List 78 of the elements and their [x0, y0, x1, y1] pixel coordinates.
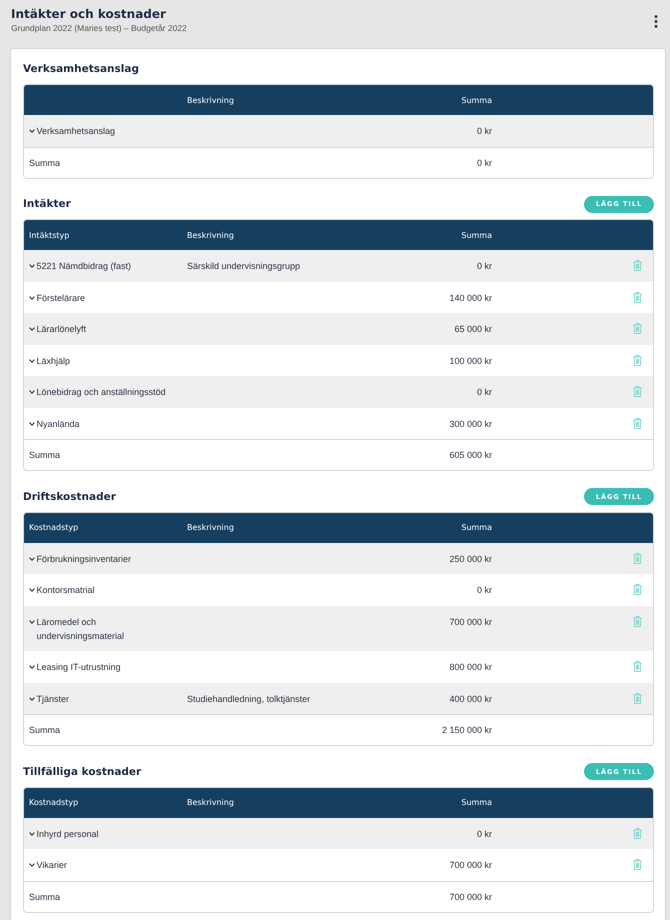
table-cell: 100 000 kr: [449, 356, 492, 366]
table-row[interactable]: Tjänster Studiehandledning, tolktjänster 400 000 kr: [24, 682, 653, 714]
table-cell: 800 000 kr: [449, 662, 492, 672]
total-amount: 0 kr: [476, 158, 492, 168]
table-cell: 250 000 kr: [449, 554, 492, 564]
table-cell: Studiehandledning, tolktjänster: [187, 694, 310, 704]
table-row[interactable]: Verksamhetsanslag 0 kr: [24, 115, 653, 146]
table-cell-text: Lönebidrag och anställningsstöd: [36, 386, 166, 399]
column-header: Beskrivning: [187, 96, 234, 104]
chevron-down-icon[interactable]: [29, 390, 35, 394]
table-row[interactable]: 5221 Nämdbidrag (fast) Särskild undervisningsgrupp 0 kr: [24, 250, 653, 282]
chevron-down-icon[interactable]: [29, 620, 35, 624]
column-header: Beskrivning: [187, 523, 234, 532]
table-row[interactable]: Lönebidrag och anställningsstöd 0 kr: [24, 376, 653, 408]
table-row[interactable]: Lärarlönelyft 65 000 kr: [24, 313, 653, 344]
table-cell-text: Verksamhetsanslag: [36, 125, 116, 138]
section-title: Driftskostnader: [23, 490, 116, 502]
table-cell: 700 000 kr: [449, 860, 492, 870]
section-title: Verksamhetsanslag: [23, 63, 139, 75]
table-cell: 0 kr: [476, 585, 492, 595]
chevron-down-icon[interactable]: [29, 665, 35, 669]
chevron-down-icon[interactable]: [29, 358, 35, 362]
table-cell-text: 5221 Nämdbidrag (fast): [36, 260, 132, 273]
table-cell-text: Lärarlönelyft: [36, 323, 86, 336]
column-header: Beskrivning: [187, 230, 234, 240]
chevron-down-icon[interactable]: [29, 832, 35, 836]
column-header: Kostnadstyp: [29, 523, 78, 532]
chevron-down-icon[interactable]: [29, 588, 35, 592]
total-label: Summa: [29, 158, 60, 168]
total-amount: 605 000 kr: [449, 450, 492, 460]
column-header: Intäktstyp: [29, 230, 70, 240]
table-cell: 300 000 kr: [449, 418, 492, 428]
table-cell: 0 kr: [476, 387, 492, 397]
table-cell-text: Kontorsmatrial: [36, 584, 95, 597]
section-title: Tillfälliga kostnader: [23, 766, 142, 778]
more-options-icon[interactable]: [654, 15, 658, 28]
table-cell: 0 kr: [476, 828, 492, 838]
total-label: Summa: [29, 725, 60, 735]
table-cell: 140 000 kr: [449, 292, 492, 302]
table-cell-text: Läromedel och undervisningsmaterial: [36, 616, 126, 642]
table-cell-text: Tjänster: [36, 692, 70, 706]
total-amount: 700 000 kr: [449, 892, 492, 902]
table-cell: Särskild undervisningsgrupp: [187, 261, 300, 271]
table-cell: 0 kr: [476, 126, 492, 136]
table-cell: 65 000 kr: [454, 324, 492, 334]
table-cell-text: Nyanlända: [36, 418, 80, 430]
column-header: Summa: [461, 230, 492, 240]
chevron-down-icon[interactable]: [29, 296, 35, 300]
table-row[interactable]: Läromedel och undervisningsmaterial 700 000 kr: [24, 606, 653, 651]
chevron-down-icon[interactable]: [29, 556, 35, 560]
chevron-down-icon[interactable]: [29, 264, 35, 268]
section-title: Intäkter: [23, 198, 71, 210]
page-subtitle: Grundplan 2022 (Maries test) – Budgetår 2022: [11, 22, 187, 34]
table-row[interactable]: Inhyrd personal 0 kr: [24, 818, 653, 849]
table-cell-text: Inhyrd personal: [36, 828, 99, 840]
table-cell-text: Förstelärare: [36, 292, 86, 304]
chevron-down-icon[interactable]: [29, 422, 35, 426]
column-header: Beskrivning: [187, 798, 234, 807]
chevron-down-icon[interactable]: [29, 327, 35, 331]
column-header: Summa: [461, 96, 492, 104]
page-title: Intäkter och kostnader: [11, 6, 167, 22]
table-cell-text: Leasing IT-utrustning: [36, 661, 121, 674]
chevron-down-icon[interactable]: [29, 129, 35, 133]
chevron-down-icon[interactable]: [29, 696, 35, 700]
table-row[interactable]: Förbrukningsinventarier 250 000 kr: [24, 542, 653, 574]
total-label: Summa: [29, 892, 60, 902]
table-cell: 0 kr: [476, 261, 492, 271]
column-header: Summa: [461, 798, 492, 807]
column-header: Summa: [461, 523, 492, 532]
table-cell-text: Vikarier: [36, 859, 67, 872]
table-cell: 400 000 kr: [449, 694, 492, 704]
total-amount: 2 150 000 kr: [442, 725, 492, 735]
table-cell-text: Läxhjälp: [36, 354, 70, 368]
column-header: Kostnadstyp: [29, 798, 78, 807]
total-label: Summa: [29, 450, 60, 460]
table-cell: 700 000 kr: [449, 616, 492, 626]
table-cell-text: Förbrukningsinventarier: [36, 552, 132, 566]
chevron-down-icon[interactable]: [29, 863, 35, 867]
